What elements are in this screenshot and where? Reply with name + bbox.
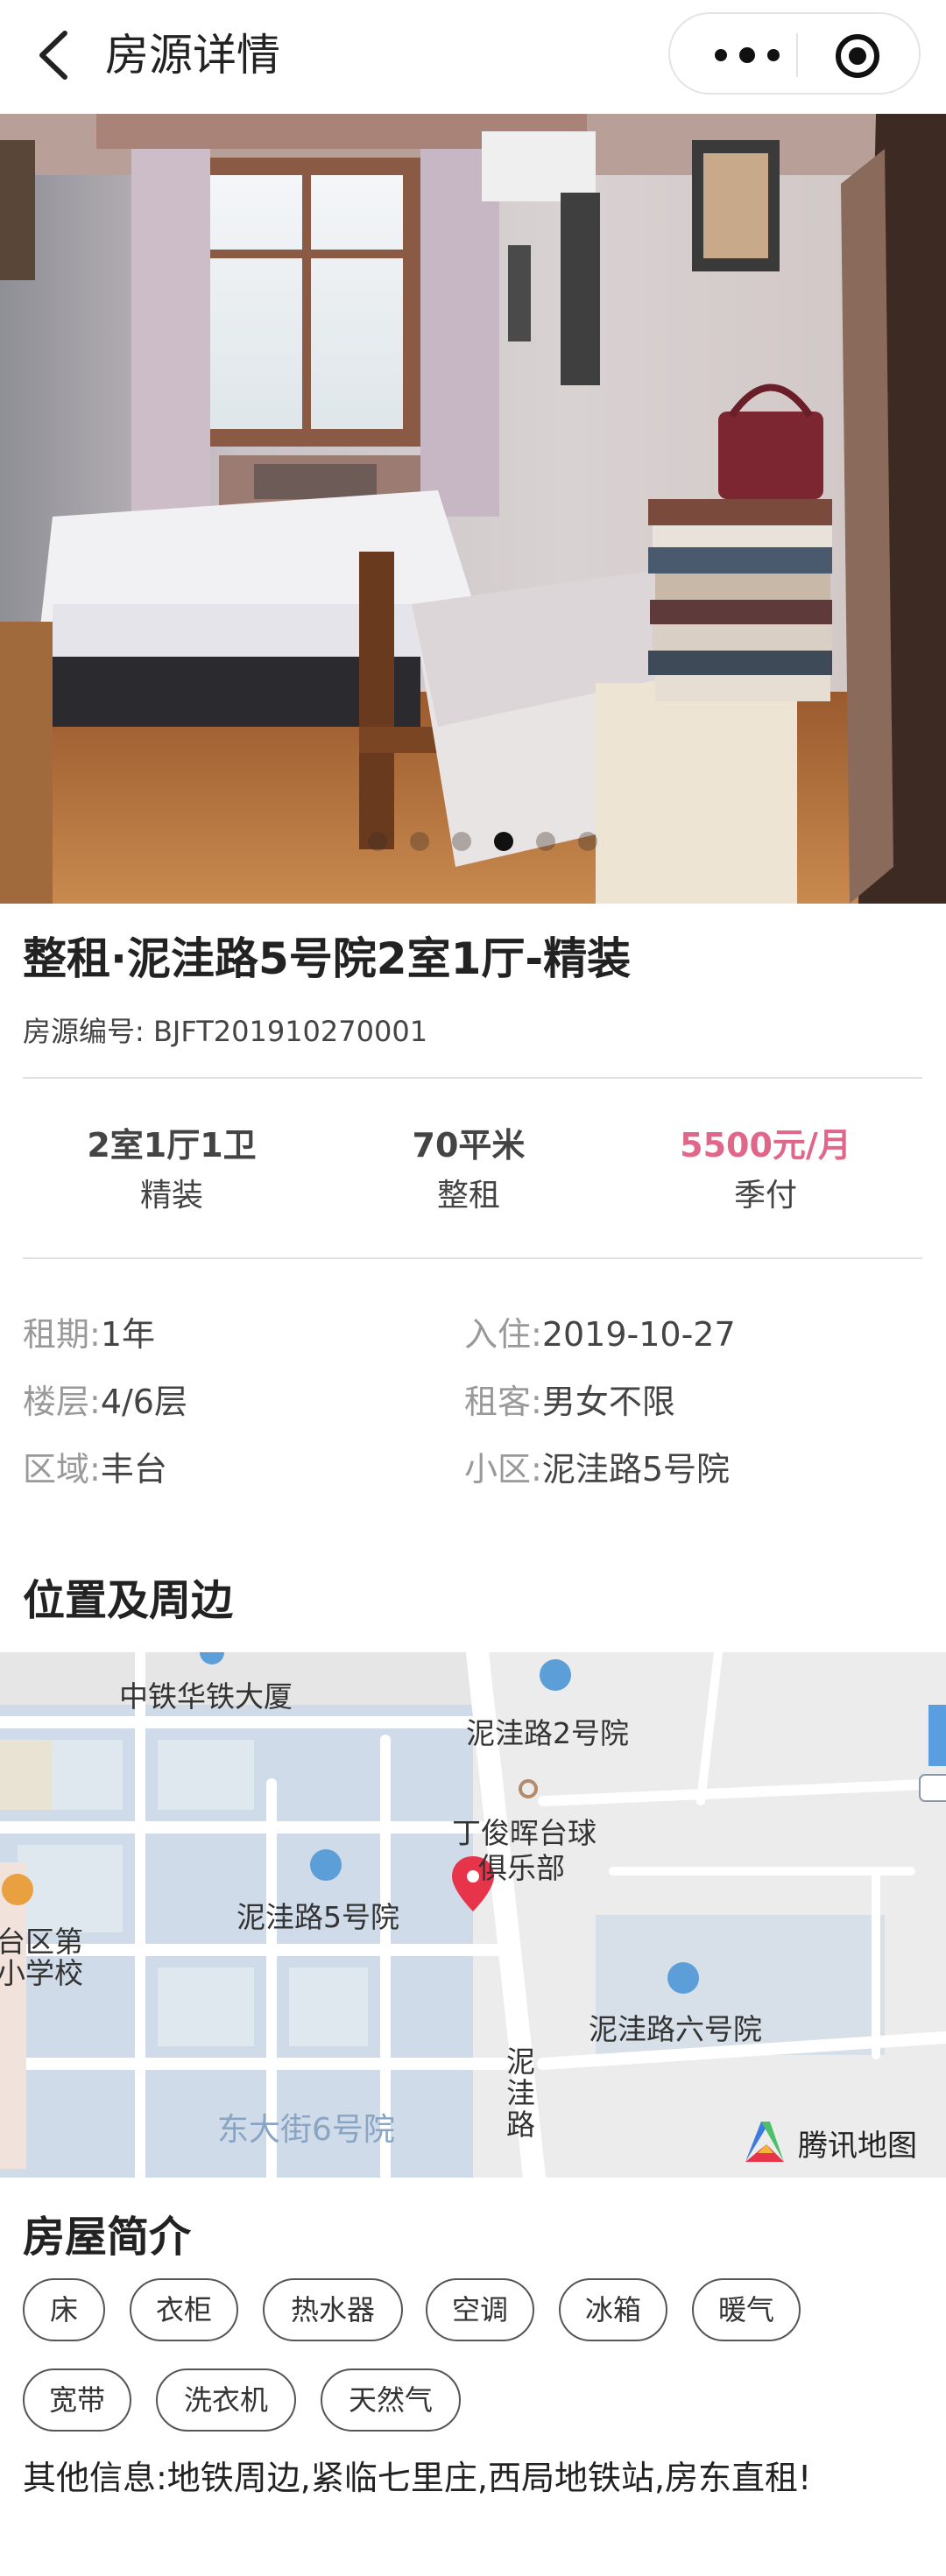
close-target-icon[interactable] — [833, 32, 882, 81]
detail-value: 1年 — [100, 1315, 155, 1354]
other-info: 其他信息:地铁周边,紧临七里庄,西局地铁站,房东直租! — [23, 2459, 812, 2497]
capsule-divider — [796, 33, 798, 77]
map-label: 泥洼路5号院 — [236, 1900, 399, 1934]
tencent-map-logo-icon — [745, 2122, 784, 2162]
carousel-indicators — [0, 832, 946, 858]
map-provider-label: 腾讯地图 — [798, 2129, 917, 2164]
stat-area-sub: 整租 — [436, 1178, 500, 1214]
listing-code: 房源编号: BJFT201910270001 — [23, 1011, 427, 1052]
tag-water-heater: 热水器 — [263, 2278, 403, 2341]
detail-value: 丰台 — [100, 1450, 167, 1489]
map-road-label: 泥洼路 — [506, 2045, 535, 2142]
carousel-dot[interactable] — [452, 832, 471, 851]
tag-fridge: 冰箱 — [559, 2278, 667, 2341]
detail-key: 租期: — [23, 1315, 101, 1354]
detail-tenant: 租客:男女不限 — [464, 1377, 675, 1426]
tag-broadband: 宽带 — [23, 2368, 131, 2432]
map-label: 小学校 — [0, 1956, 83, 1990]
stat-layout-value: 2室1厅1卫 — [87, 1126, 257, 1165]
photo-carousel[interactable] — [0, 114, 946, 904]
location-map[interactable]: 中铁华铁大厦 泥洼路2号院 丁俊晖台球 俱乐部 泥洼路5号院 台区第 小学校 泥… — [0, 1652, 946, 2178]
tag-wardrobe: 衣柜 — [130, 2278, 238, 2341]
divider — [23, 1257, 922, 1259]
tag-natural-gas: 天然气 — [321, 2368, 461, 2432]
detail-key: 楼层: — [23, 1383, 101, 1421]
detail-lease-term: 租期:1年 — [23, 1310, 155, 1359]
back-arrow-icon[interactable] — [32, 26, 84, 84]
stat-layout-sub: 精装 — [139, 1178, 203, 1214]
map-label: 泥洼路六号院 — [589, 2012, 762, 2046]
intro-section-title: 房屋简介 — [23, 2213, 192, 2262]
page-title: 房源详情 — [105, 30, 280, 81]
map-label: 泥洼路2号院 — [466, 1716, 629, 1750]
detail-key: 区域: — [23, 1450, 101, 1489]
detail-value: 2019-10-27 — [541, 1315, 736, 1354]
map-label: 中铁华铁大厦 — [119, 1679, 293, 1714]
stat-price-sub: 季付 — [733, 1178, 797, 1214]
carousel-dot[interactable] — [494, 832, 513, 851]
divider — [23, 1077, 922, 1079]
stat-price: 5500元/月 季付 — [634, 1119, 897, 1221]
carousel-dot[interactable] — [578, 832, 597, 851]
detail-key: 入住: — [464, 1315, 542, 1354]
detail-value: 男女不限 — [541, 1383, 675, 1421]
detail-key: 小区: — [464, 1450, 542, 1489]
detail-floor: 楼层:4/6层 — [23, 1377, 187, 1426]
tag-air-conditioner: 空调 — [426, 2278, 534, 2341]
map-label: 俱乐部 — [478, 1851, 565, 1885]
carousel-dot[interactable] — [410, 832, 429, 851]
listing-code-label: 房源编号: — [23, 1015, 145, 1048]
map-label: 东大街6号院 — [217, 2112, 395, 2148]
carousel-dot[interactable] — [536, 832, 555, 851]
mini-program-capsule — [668, 12, 921, 95]
tag-washing-machine: 洗衣机 — [156, 2368, 296, 2432]
detail-value: 泥洼路5号院 — [541, 1450, 730, 1489]
detail-district: 区域:丰台 — [23, 1445, 167, 1494]
more-options-icon[interactable] — [705, 36, 801, 74]
location-section-title: 位置及周边 — [23, 1576, 234, 1625]
detail-value: 4/6层 — [100, 1383, 187, 1421]
detail-community: 小区:泥洼路5号院 — [464, 1445, 730, 1494]
stat-layout: 2室1厅1卫 精装 — [40, 1119, 303, 1221]
room-photo — [0, 114, 946, 904]
stat-area-value: 70平米 — [412, 1126, 526, 1165]
detail-key: 租客: — [464, 1383, 542, 1421]
listing-title: 整租·泥洼路5号院2室1厅-精装 — [23, 933, 632, 984]
stat-area: 70平米 整租 — [337, 1119, 600, 1221]
nav-bar: 房源详情 — [0, 0, 946, 114]
listing-code-value: BJFT201910270001 — [152, 1015, 428, 1048]
stat-price-value: 5500元/月 — [680, 1126, 851, 1165]
carousel-dot[interactable] — [368, 832, 387, 851]
tag-bed: 床 — [23, 2278, 105, 2341]
detail-move-in: 入住:2019-10-27 — [464, 1310, 736, 1359]
tag-heating: 暖气 — [692, 2278, 801, 2341]
